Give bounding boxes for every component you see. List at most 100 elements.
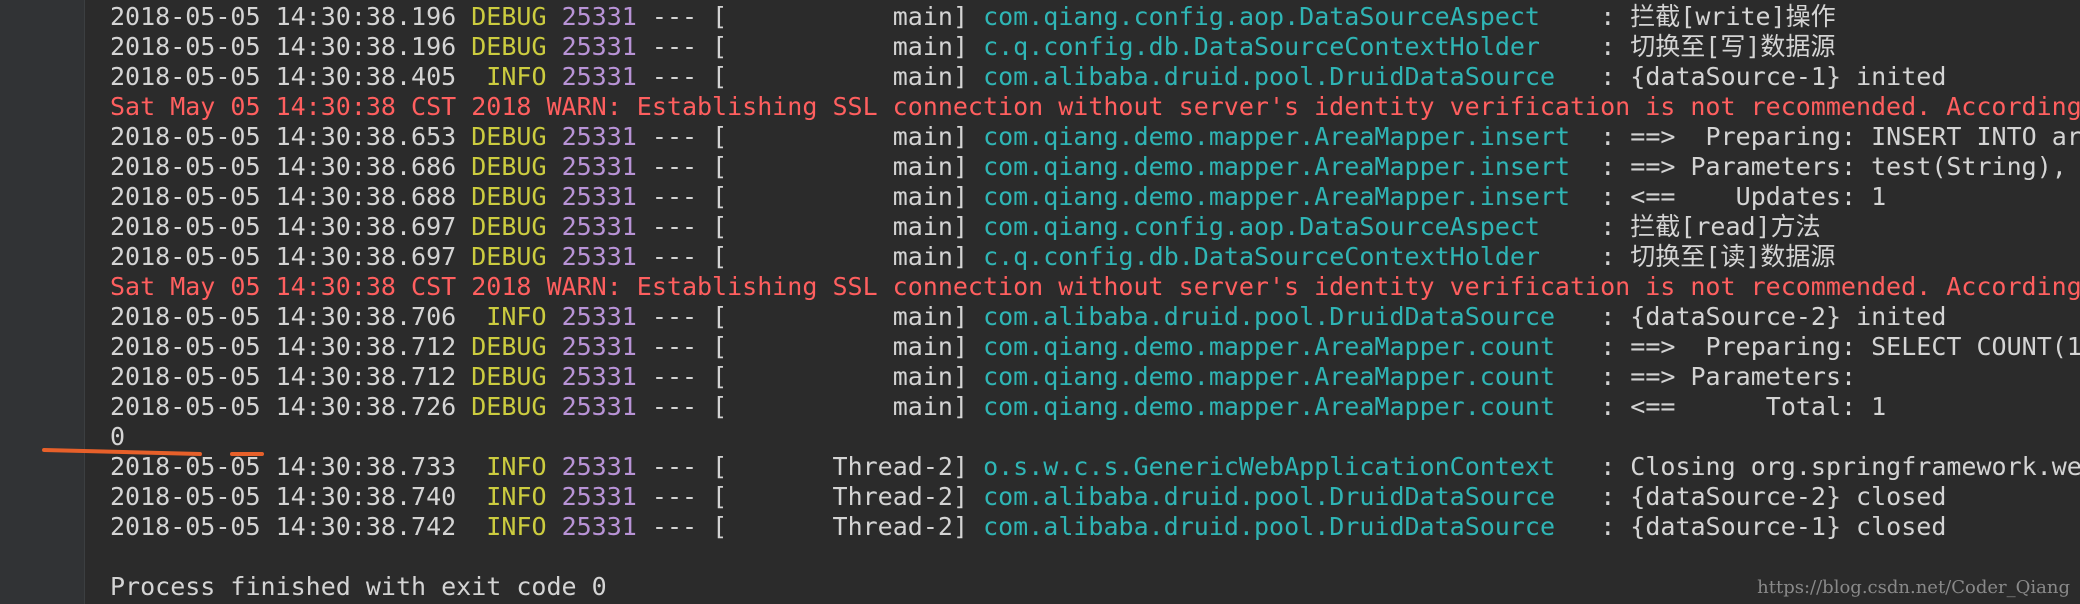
log-separator: ---: [651, 182, 698, 211]
log-message: : ==> Parameters: test(String), 0(Intege…: [1600, 152, 2067, 181]
log-separator: ---: [651, 152, 698, 181]
log-thread: main: [892, 332, 953, 361]
log-thread: main: [892, 32, 953, 61]
log-pid: 25331: [561, 452, 637, 481]
log-separator: ---: [651, 512, 698, 541]
log-thread: main: [892, 242, 953, 271]
log-thread: main: [892, 212, 953, 241]
log-logger: com.qiang.config.aop.DataSourceAspect: [983, 212, 1586, 241]
log-thread: main: [892, 182, 953, 211]
log-level: INFO: [471, 302, 547, 331]
log-thread: main: [892, 362, 953, 391]
log-logger: c.q.config.db.DataSourceContextHolder: [983, 242, 1586, 271]
log-line: 2018-05-05 14:30:38.706 INFO 25331 --- […: [110, 302, 1947, 331]
run-console[interactable]: 2018-05-05 14:30:38.196 DEBUG 25331 --- …: [0, 0, 2080, 604]
log-pid: 25331: [561, 2, 637, 31]
console-output[interactable]: 2018-05-05 14:30:38.196 DEBUG 25331 --- …: [110, 2, 2080, 602]
log-timestamp: 2018-05-05 14:30:38.706: [110, 302, 457, 331]
log-timestamp: 2018-05-05 14:30:38.697: [110, 212, 457, 241]
log-separator: ---: [651, 302, 698, 331]
log-message: : 拦截[read]方法: [1600, 212, 1821, 241]
log-message: : ==> Preparing: SELECT COUNT(1) FROM ar…: [1600, 332, 2080, 361]
log-message: : 切换至[写]数据源: [1600, 32, 1836, 61]
annotation-stroke-short: [230, 452, 264, 456]
log-separator: ---: [651, 122, 698, 151]
log-thread: main: [892, 392, 953, 421]
log-line: 2018-05-05 14:30:38.405 INFO 25331 --- […: [110, 62, 1947, 91]
log-line: 2018-05-05 14:30:38.196 DEBUG 25331 --- …: [110, 32, 1836, 61]
log-thread: main: [892, 302, 953, 331]
console-gutter: [0, 0, 85, 604]
log-separator: ---: [651, 212, 698, 241]
log-level: DEBUG: [471, 242, 547, 271]
log-pid: 25331: [561, 512, 637, 541]
log-thread: main: [892, 2, 953, 31]
log-pid: 25331: [561, 62, 637, 91]
log-logger: com.qiang.demo.mapper.AreaMapper.insert: [983, 122, 1586, 151]
log-message: : ==> Preparing: INSERT INTO area (name,…: [1600, 122, 2080, 151]
log-separator: ---: [651, 332, 698, 361]
log-timestamp: 2018-05-05 14:30:38.726: [110, 392, 457, 421]
log-timestamp: 2018-05-05 14:30:38.653: [110, 122, 457, 151]
log-logger: com.alibaba.druid.pool.DruidDataSource: [983, 302, 1586, 331]
log-level: DEBUG: [471, 212, 547, 241]
log-message: : {dataSource-2} closed: [1600, 482, 1947, 511]
log-line: 2018-05-05 14:30:38.712 DEBUG 25331 --- …: [110, 332, 2080, 362]
log-logger: com.qiang.demo.mapper.AreaMapper.count: [983, 362, 1586, 391]
log-logger: c.q.config.db.DataSourceContextHolder: [983, 32, 1586, 61]
log-line: 2018-05-05 14:30:38.697 DEBUG 25331 --- …: [110, 212, 1821, 241]
log-message: : 切换至[读]数据源: [1600, 242, 1836, 271]
log-line: 2018-05-05 14:30:38.712 DEBUG 25331 --- …: [110, 362, 1872, 391]
log-timestamp: 2018-05-05 14:30:38.688: [110, 182, 457, 211]
log-level: INFO: [471, 482, 547, 511]
log-pid: 25331: [561, 152, 637, 181]
log-pid: 25331: [561, 122, 637, 151]
log-logger: com.alibaba.druid.pool.DruidDataSource: [983, 62, 1586, 91]
log-pid: 25331: [561, 482, 637, 511]
log-pid: 25331: [561, 332, 637, 361]
log-line: 2018-05-05 14:30:38.196 DEBUG 25331 --- …: [110, 2, 1836, 31]
log-timestamp: 2018-05-05 14:30:38.740: [110, 482, 457, 511]
log-level: DEBUG: [471, 392, 547, 421]
log-separator: ---: [651, 482, 698, 511]
log-message: : {dataSource-1} inited: [1600, 62, 1947, 91]
log-message: : <== Updates: 1: [1600, 182, 1887, 211]
warning-line: Sat May 05 14:30:38 CST 2018 WARN: Estab…: [110, 272, 2080, 302]
log-message: : Closing org.springframework.web.contex…: [1600, 452, 2080, 481]
log-timestamp: 2018-05-05 14:30:38.686: [110, 152, 457, 181]
log-message: : <== Total: 1: [1600, 392, 1887, 421]
warning-text: Sat May 05 14:30:38 CST 2018 WARN: Estab…: [110, 272, 2080, 301]
log-level: DEBUG: [471, 362, 547, 391]
log-logger: com.alibaba.druid.pool.DruidDataSource: [983, 482, 1586, 511]
log-timestamp: 2018-05-05 14:30:38.697: [110, 242, 457, 271]
log-message: : {dataSource-1} closed: [1600, 512, 1947, 541]
log-logger: com.qiang.demo.mapper.AreaMapper.insert: [983, 152, 1586, 181]
log-logger: o.s.w.c.s.GenericWebApplicationContext: [983, 452, 1586, 481]
log-timestamp: 2018-05-05 14:30:38.196: [110, 2, 457, 31]
log-timestamp: 2018-05-05 14:30:38.733: [110, 452, 457, 481]
log-pid: 25331: [561, 212, 637, 241]
log-separator: ---: [651, 62, 698, 91]
log-pid: 25331: [561, 242, 637, 271]
log-timestamp: 2018-05-05 14:30:38.712: [110, 362, 457, 391]
log-thread: Thread-2: [832, 452, 953, 481]
log-timestamp: 2018-05-05 14:30:38.712: [110, 332, 457, 361]
log-line: 2018-05-05 14:30:38.733 INFO 25331 --- […: [110, 452, 2080, 482]
log-message: : 拦截[write]操作: [1600, 2, 1836, 31]
log-pid: 25331: [561, 362, 637, 391]
log-separator: ---: [651, 242, 698, 271]
log-timestamp: 2018-05-05 14:30:38.196: [110, 32, 457, 61]
log-level: INFO: [471, 62, 547, 91]
log-separator: ---: [651, 362, 698, 391]
log-logger: com.qiang.demo.mapper.AreaMapper.insert: [983, 182, 1586, 211]
log-level: INFO: [471, 512, 547, 541]
log-pid: 25331: [561, 302, 637, 331]
warning-text: Sat May 05 14:30:38 CST 2018 WARN: Estab…: [110, 92, 2080, 121]
log-level: DEBUG: [471, 152, 547, 181]
log-line: 2018-05-05 14:30:38.726 DEBUG 25331 --- …: [110, 392, 1887, 421]
log-logger: com.qiang.demo.mapper.AreaMapper.count: [983, 392, 1586, 421]
stdout-text: Process finished with exit code 0: [110, 572, 607, 601]
log-line: 2018-05-05 14:30:38.742 INFO 25331 --- […: [110, 512, 1947, 541]
log-logger: com.qiang.config.aop.DataSourceAspect: [983, 2, 1586, 31]
